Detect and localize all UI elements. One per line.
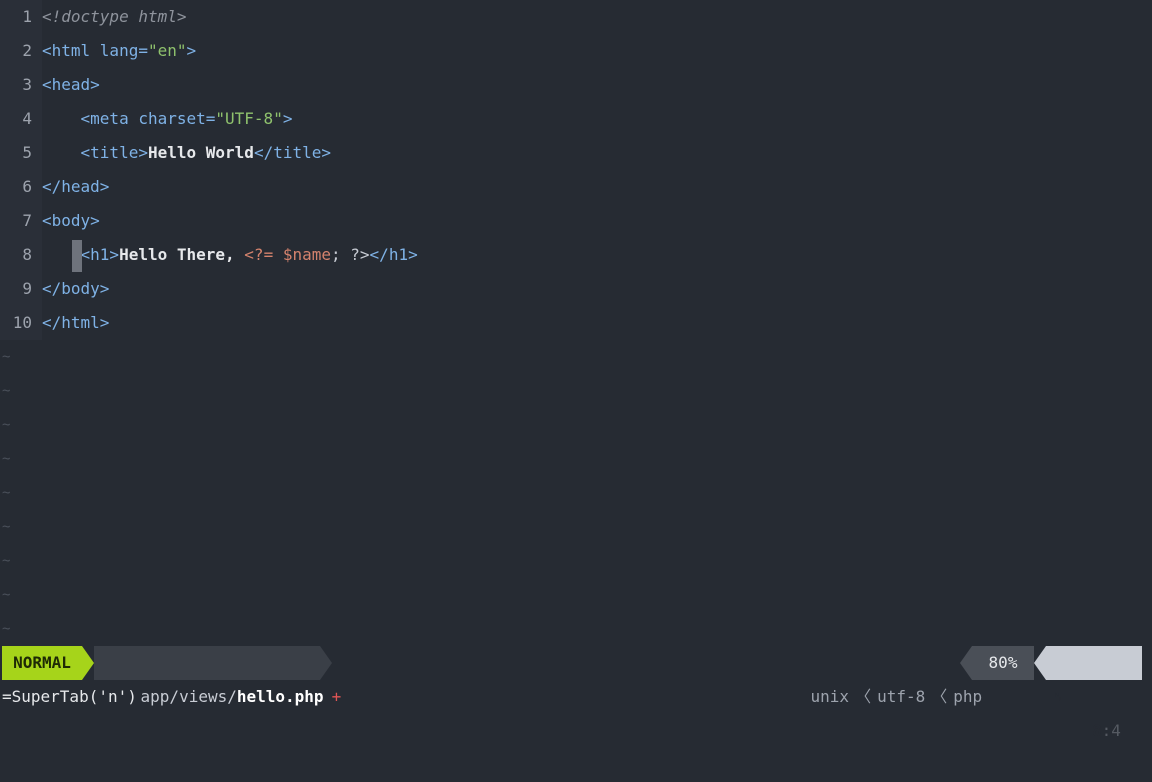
code-token: charset=: [138, 109, 216, 128]
line-number: 1: [22, 7, 32, 26]
code-token: <title>: [80, 143, 148, 162]
file-info: unix 〈 utf-8 〈 php: [772, 646, 983, 706]
code-token: Hello World: [147, 143, 254, 162]
code-token: >: [282, 109, 293, 128]
chevron-left-icon: 〈: [855, 687, 872, 706]
empty-line-tilde: ~: [2, 587, 11, 603]
cursor-line: 8: [1092, 721, 1102, 740]
line-content[interactable]: </html>: [42, 306, 109, 340]
code-token: >: [186, 41, 197, 60]
empty-line-tilde: ~: [2, 519, 11, 535]
line-content[interactable]: <title>Hello World</title>: [42, 136, 331, 170]
line-number: 9: [22, 279, 32, 298]
percent-separator-icon: [960, 646, 972, 680]
code-token: </head>: [42, 177, 110, 196]
line-number: 6: [22, 177, 32, 196]
code-token: </title>: [253, 143, 331, 162]
line-content[interactable]: <h1>Hello There, <?= $name; ?></h1>: [42, 238, 418, 272]
position-separator: :: [1101, 721, 1112, 740]
code-token: </h1>: [369, 245, 418, 264]
code-token: ; ?>: [331, 245, 370, 264]
empty-line-tilde: ~: [2, 417, 11, 433]
code-token: <body>: [42, 211, 100, 230]
file-path-dir: app/views/: [140, 687, 237, 706]
code-token: "UTF-8": [215, 109, 283, 128]
line-content[interactable]: </head>: [42, 170, 109, 204]
empty-line-tilde: ~: [2, 553, 11, 569]
status-line: NORMAL app/views/hello.php + unix 〈 utf-8 〈 p…: [0, 646, 1152, 740]
chevron-left-icon: 〈: [931, 687, 948, 706]
cursor-position-text: 8:4: [1092, 714, 1121, 748]
code-token: lang=: [99, 41, 148, 60]
code-token: Hello There,: [119, 245, 245, 264]
line-content[interactable]: </body>: [42, 272, 109, 306]
line-content[interactable]: <!doctype html>: [42, 0, 187, 34]
line-number: 10: [12, 313, 32, 332]
empty-line-tilde: ~: [2, 485, 11, 501]
empty-line-tilde: ~: [2, 451, 11, 467]
line-number: 2: [22, 41, 32, 60]
file-path-name: hello.php: [236, 687, 324, 706]
code-token: <html: [42, 41, 100, 60]
code-token: <meta: [80, 109, 139, 128]
mode-separator-icon: [82, 646, 94, 680]
code-token: <h1>: [80, 245, 120, 264]
line-number: 5: [22, 143, 32, 162]
line-number: 8: [22, 245, 32, 264]
path-separator-icon: [320, 646, 332, 680]
text-cursor: [72, 240, 82, 272]
code-area[interactable]: 1 <!doctype html> 2 <html lang="en"> 3 <head>…: [0, 0, 1136, 340]
code-token: "en": [147, 41, 187, 60]
file-format: unix: [810, 687, 850, 706]
empty-line-tilde: ~: [2, 383, 11, 399]
code-token: name: [292, 245, 332, 264]
line-number: 4: [22, 109, 32, 128]
line-content[interactable]: <html lang="en">: [42, 34, 196, 68]
cursor-position: ␤ 8:4: [1046, 646, 1142, 740]
code-token: </body>: [42, 279, 110, 298]
line-content[interactable]: <meta charset="UTF-8">: [42, 102, 293, 136]
code-token: </html>: [42, 313, 110, 332]
file-type: php: [953, 687, 983, 706]
line-content[interactable]: <body>: [42, 204, 100, 238]
empty-line-tilde: ~: [2, 349, 11, 365]
modified-indicator: +: [331, 687, 342, 706]
line-number: 7: [22, 211, 32, 230]
code-token: <?=: [244, 245, 274, 264]
line-number: 3: [22, 75, 32, 94]
code-token: <!doctype html>: [42, 7, 187, 26]
cursor-column: 4: [1111, 721, 1121, 740]
command-line[interactable]: =SuperTab('n'): [2, 680, 137, 714]
scroll-percent: 80%: [972, 646, 1034, 680]
file-encoding: utf-8: [877, 687, 926, 706]
position-separator-icon: [1034, 646, 1046, 680]
editor-window[interactable]: 1 <!doctype html> 2 <html lang="en"> 3 <head>…: [0, 0, 1152, 646]
empty-line-tilde: ~: [2, 621, 11, 637]
mode-indicator: NORMAL: [2, 646, 82, 680]
line-number-icon: ␤: [1054, 690, 1064, 704]
file-path: app/views/hello.php +: [94, 646, 341, 706]
code-token: <head>: [42, 75, 100, 94]
line-content[interactable]: <head>: [42, 68, 100, 102]
